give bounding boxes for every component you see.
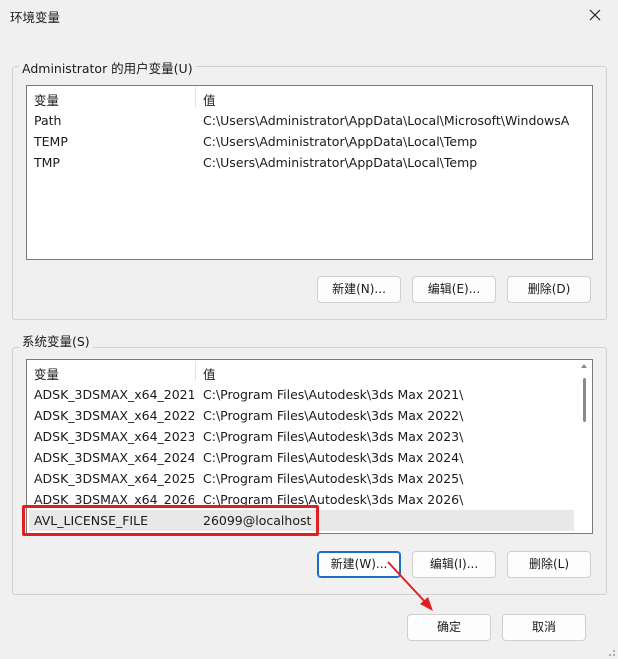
user-edit-button[interactable]: 编辑(E)... (412, 276, 496, 303)
resize-grip-icon[interactable] (606, 647, 616, 657)
variable-value: C:\Program Files\Autodesk\3ds Max 2025\ (203, 471, 464, 486)
user-new-button[interactable]: 新建(N)... (317, 276, 401, 303)
system-list-scrollbar[interactable] (578, 362, 590, 532)
variable-name: ADSK_3DSMAX_x64_2023 (34, 429, 194, 444)
table-row[interactable]: ADSK_3DSMAX_x64_2025 C:\Program Files\Aut… (29, 468, 574, 489)
variable-name: TEMP (34, 134, 68, 149)
close-icon (589, 9, 601, 21)
scroll-up-arrow-icon[interactable] (581, 364, 587, 368)
column-header-variable[interactable]: 变量 (34, 364, 59, 383)
variable-value: C:\Program Files\Autodesk\3ds Max 2024\ (203, 450, 464, 465)
scroll-thumb[interactable] (583, 378, 586, 422)
user-variables-list[interactable]: 变量 值 Path C:\Users\Administrator\AppData\… (26, 85, 593, 260)
table-row[interactable]: ADSK_3DSMAX_x64_2021 C:\Program Files\Aut… (29, 384, 574, 405)
variable-value: C:\Users\Administrator\AppData\Local\Tem… (203, 134, 478, 149)
variable-value: C:\Program Files\Autodesk\3ds Max 2023\ (203, 429, 464, 444)
list-header: 变量 值 (27, 360, 592, 383)
column-header-variable[interactable]: 变量 (34, 90, 59, 109)
variable-name: ADSK_3DSMAX_x64_2021 (34, 387, 194, 402)
annotation-highlight-box (22, 505, 319, 536)
variable-name: ADSK_3DSMAX_x64_2025 (34, 471, 194, 486)
user-variables-legend: Administrator 的用户变量(U) (19, 58, 196, 77)
ok-button[interactable]: 确定 (407, 614, 491, 641)
close-button[interactable] (572, 0, 618, 30)
variable-name: ADSK_3DSMAX_x64_2024 (34, 450, 194, 465)
system-delete-button[interactable]: 删除(L) (507, 551, 591, 578)
window-title: 环境变量 (10, 10, 61, 25)
variable-name: Path (34, 113, 62, 128)
column-header-value[interactable]: 值 (203, 90, 216, 109)
system-variables-legend: 系统变量(S) (19, 331, 93, 350)
table-row[interactable]: ADSK_3DSMAX_x64_2022 C:\Program Files\Aut… (29, 405, 574, 426)
variable-value: C:\Program Files\Autodesk\3ds Max 2021\ (203, 387, 464, 402)
table-row[interactable]: TMP C:\Users\Administrator\AppData\Local\… (29, 152, 574, 173)
table-row[interactable]: Path C:\Users\Administrator\AppData\Local… (29, 110, 574, 131)
table-row[interactable]: ADSK_3DSMAX_x64_2023 C:\Program Files\Aut… (29, 426, 574, 447)
table-row[interactable]: TEMP C:\Users\Administrator\AppData\Local… (29, 131, 574, 152)
variable-value: C:\Users\Administrator\AppData\Local\Mic… (203, 113, 570, 128)
variable-name: TMP (34, 155, 60, 170)
list-header: 变量 值 (27, 86, 592, 109)
variable-name: ADSK_3DSMAX_x64_2022 (34, 408, 194, 423)
user-delete-button[interactable]: 删除(D) (507, 276, 591, 303)
title-bar: 环境变量 (0, 0, 618, 32)
variable-value: C:\Users\Administrator\AppData\Local\Tem… (203, 155, 478, 170)
table-row[interactable]: ADSK_3DSMAX_x64_2024 C:\Program Files\Aut… (29, 447, 574, 468)
system-edit-button[interactable]: 编辑(I)... (412, 551, 496, 578)
column-header-value[interactable]: 值 (203, 364, 216, 383)
variable-value: C:\Program Files\Autodesk\3ds Max 2022\ (203, 408, 464, 423)
cancel-button[interactable]: 取消 (502, 614, 586, 641)
system-new-button[interactable]: 新建(W)... (317, 551, 401, 578)
